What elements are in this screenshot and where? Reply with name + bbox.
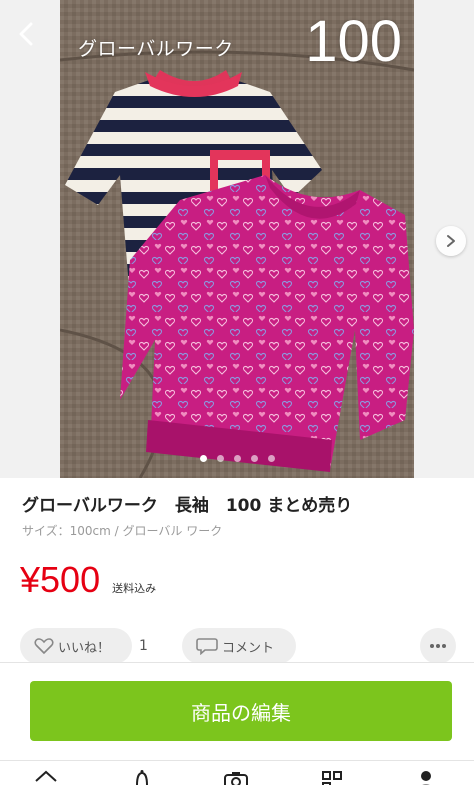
product-subtitle[interactable]: サイズ：100cm / グローバル ワーク <box>22 522 222 539</box>
tab-camera[interactable] <box>222 769 250 785</box>
product-title: グローバルワーク 長袖 100 まとめ売り <box>22 496 353 516</box>
product-photo[interactable]: グローバルワーク 100 <box>60 0 414 478</box>
carousel-dot[interactable] <box>233 455 241 462</box>
product-detail-page: グローバルワーク 100 グローバルワーク 長袖 100 まとめ売り サイズ：1… <box>0 0 474 785</box>
tab-mypage[interactable] <box>412 769 440 785</box>
heart-icon <box>34 638 54 655</box>
tab-qr[interactable] <box>318 769 346 785</box>
image-carousel[interactable]: グローバルワーク 100 <box>0 0 474 478</box>
like-count: 1 <box>139 638 148 654</box>
next-image-button[interactable] <box>436 226 466 256</box>
back-button[interactable] <box>6 14 46 54</box>
home-icon <box>35 770 57 782</box>
camera-icon <box>224 772 248 785</box>
tab-home[interactable] <box>32 769 60 785</box>
edit-item-button[interactable]: 商品の編集 <box>30 681 452 741</box>
more-options-button[interactable] <box>420 628 456 664</box>
comment-icon <box>196 638 218 655</box>
like-label: いいね！ <box>58 640 111 656</box>
price-row: ¥500 送料込み <box>20 560 156 600</box>
like-button[interactable]: いいね！ <box>20 628 132 664</box>
carousel-dot[interactable] <box>267 455 275 462</box>
qr-code-icon <box>322 771 342 785</box>
chevron-right-icon <box>447 235 455 247</box>
comment-button[interactable]: コメント <box>182 628 296 664</box>
tab-notice[interactable] <box>128 769 156 785</box>
edit-footer: 商品の編集 <box>0 662 474 759</box>
more-dots-icon <box>430 644 446 648</box>
action-row: いいね！ 1 コメント <box>20 628 460 666</box>
user-icon <box>421 771 431 785</box>
carousel-dot[interactable] <box>216 455 224 462</box>
product-price: ¥500 <box>20 559 101 600</box>
photo-brand-caption: グローバルワーク <box>78 38 234 60</box>
photo-size-caption: 100 <box>305 9 402 74</box>
chevron-left-icon <box>19 22 33 46</box>
carousel-dot[interactable] <box>250 455 258 462</box>
carousel-dot[interactable] <box>199 455 207 462</box>
shipping-label: 送料込み <box>112 582 157 595</box>
comment-label: コメント <box>222 640 275 656</box>
bell-icon <box>136 770 148 785</box>
bottom-tab-bar <box>0 760 474 785</box>
carousel-indicator <box>0 455 474 462</box>
